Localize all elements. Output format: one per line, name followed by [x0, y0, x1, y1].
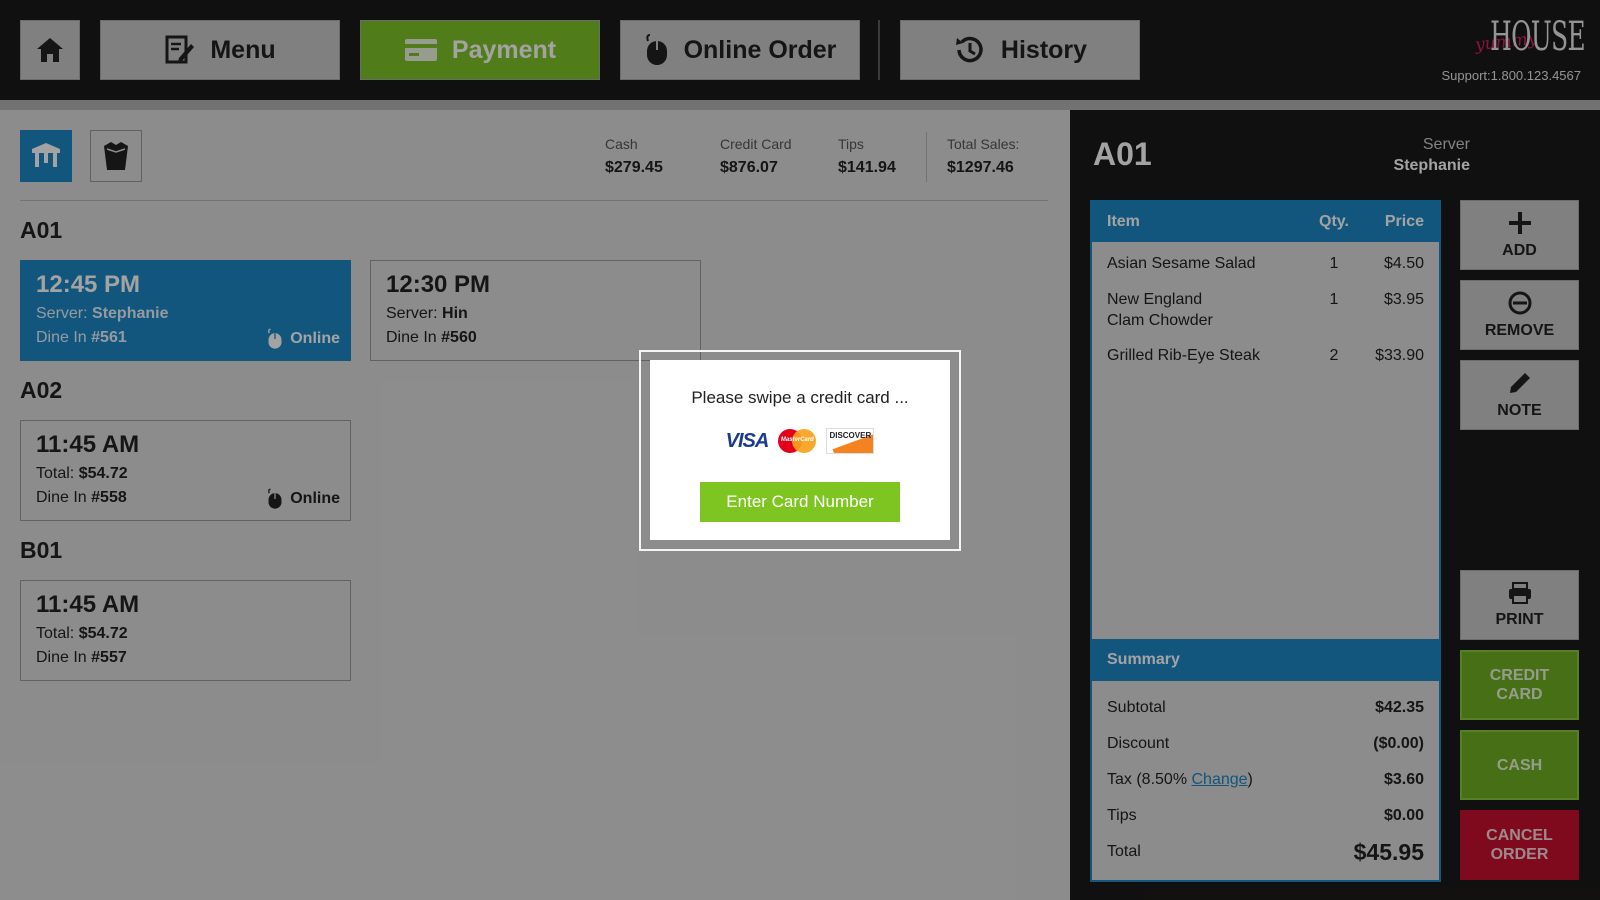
- swipe-card-message: Please swipe a credit card ...: [691, 388, 909, 407]
- accepted-cards: VISA MasterCard DISCOVER: [650, 428, 950, 454]
- visa-logo: VISA: [725, 429, 770, 452]
- mastercard-logo: MasterCard: [778, 429, 817, 453]
- enter-card-number-button[interactable]: Enter Card Number: [700, 482, 900, 522]
- discover-text: DISCOVER: [829, 431, 872, 440]
- discover-logo: DISCOVER: [826, 428, 875, 454]
- mastercard-text: MasterCard: [780, 437, 814, 443]
- swipe-card-dialog: Please swipe a credit card ... VISA Mast…: [650, 360, 950, 540]
